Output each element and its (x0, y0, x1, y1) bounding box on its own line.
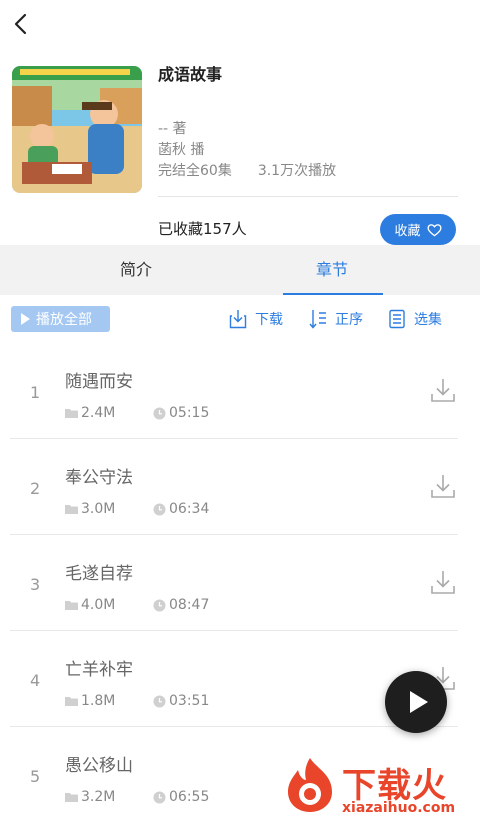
book-status-row: 完结全60集 3.1万次播放 (158, 162, 362, 180)
download-box-icon (229, 310, 247, 329)
chapter-size-value: 3.0M (81, 501, 116, 517)
chapter-duration: 03:51 (153, 693, 209, 709)
list-icon (389, 309, 405, 329)
chapter-title: 奉公守法 (65, 468, 133, 488)
clock-icon (153, 407, 166, 419)
chapter-download-button[interactable] (430, 569, 456, 595)
chapter-row[interactable]: 2 奉公守法 3.0M 06:34 (10, 439, 458, 535)
tab-bar: 简介 章节 (0, 245, 480, 295)
chapter-duration-value: 03:51 (169, 693, 210, 709)
favorite-count: 已收藏157人 (158, 220, 247, 238)
play-all-label: 播放全部 (36, 312, 92, 328)
download-icon (431, 571, 455, 594)
watermark: 下载火 xiazaihuo.com (282, 752, 480, 820)
chapter-number: 5 (30, 767, 41, 786)
batch-download-button[interactable]: 下载 (229, 308, 283, 330)
select-episodes-button[interactable]: 选集 (388, 308, 442, 330)
folder-icon (65, 601, 78, 610)
chapter-title: 毛遂自荐 (65, 564, 133, 584)
folder-icon (65, 505, 78, 514)
book-narrator: 菡秋 播 (158, 142, 205, 158)
divider (158, 196, 458, 197)
chapter-size-value: 3.2M (81, 789, 116, 805)
folder-icon (65, 793, 78, 802)
chapter-duration-value: 05:15 (169, 405, 210, 421)
chapter-title: 随遇而安 (65, 372, 133, 392)
chapter-duration-value: 06:55 (169, 789, 210, 805)
chapter-number: 3 (30, 575, 41, 594)
chapter-duration: 06:34 (153, 501, 209, 517)
folder-icon (65, 409, 78, 418)
clock-icon (153, 791, 166, 803)
play-all-button[interactable]: 播放全部 (11, 306, 110, 332)
chapter-size: 3.0M (65, 501, 115, 517)
chapter-size-value: 4.0M (81, 597, 116, 613)
download-label: 下载 (255, 312, 283, 328)
play-icon (409, 691, 428, 713)
download-icon (431, 379, 455, 402)
chapter-download-button[interactable] (430, 377, 456, 403)
tab-chapters[interactable]: 章节 (272, 245, 392, 295)
chapter-duration: 06:55 (153, 789, 209, 805)
chapter-row[interactable]: 1 随遇而安 2.4M 05:15 (10, 343, 458, 439)
chapter-row[interactable]: 3 毛遂自荐 4.0M 08:47 (10, 535, 458, 631)
clock-icon (153, 695, 166, 707)
order-label: 正序 (335, 312, 363, 328)
back-button[interactable] (10, 12, 34, 36)
chapter-duration-value: 06:34 (169, 501, 210, 517)
chapter-title: 亡羊补牢 (65, 660, 133, 680)
download-icon (431, 475, 455, 498)
chapter-size: 4.0M (65, 597, 115, 613)
play-count: 3.1万次播放 (257, 163, 337, 179)
heart-icon (427, 223, 441, 236)
chapter-number: 2 (30, 479, 41, 498)
active-tab-indicator (283, 293, 383, 295)
tab-intro[interactable]: 简介 (76, 245, 196, 295)
book-title: 成语故事 (158, 65, 223, 84)
select-label: 选集 (414, 312, 442, 328)
sort-icon (309, 310, 326, 329)
chapter-number: 1 (30, 383, 41, 402)
favorite-button-label: 收藏 (394, 224, 421, 239)
flame-logo-icon (288, 758, 332, 812)
folder-icon (65, 697, 78, 706)
chapter-number: 4 (30, 671, 41, 690)
book-author: -- 著 (158, 121, 187, 137)
book-cover (12, 66, 142, 193)
chapter-size: 1.8M (65, 693, 115, 709)
chapter-size: 3.2M (65, 789, 115, 805)
chapter-duration-value: 08:47 (169, 597, 210, 613)
chapter-title: 愚公移山 (65, 756, 133, 776)
watermark-url: xiazaihuo.com (342, 800, 456, 816)
book-status: 完结全60集 (158, 163, 232, 179)
sort-order-button[interactable]: 正序 (309, 308, 363, 330)
chapter-size-value: 2.4M (81, 405, 116, 421)
floating-play-button[interactable] (385, 671, 447, 733)
chapter-download-button[interactable] (430, 473, 456, 499)
clock-icon (153, 503, 166, 515)
favorite-button[interactable]: 收藏 (380, 214, 456, 245)
chevron-left-icon (14, 13, 27, 35)
clock-icon (153, 599, 166, 611)
chapter-size-value: 1.8M (81, 693, 116, 709)
chapter-duration: 08:47 (153, 597, 209, 613)
play-icon (21, 313, 30, 325)
chapter-size: 2.4M (65, 405, 115, 421)
chapter-duration: 05:15 (153, 405, 209, 421)
